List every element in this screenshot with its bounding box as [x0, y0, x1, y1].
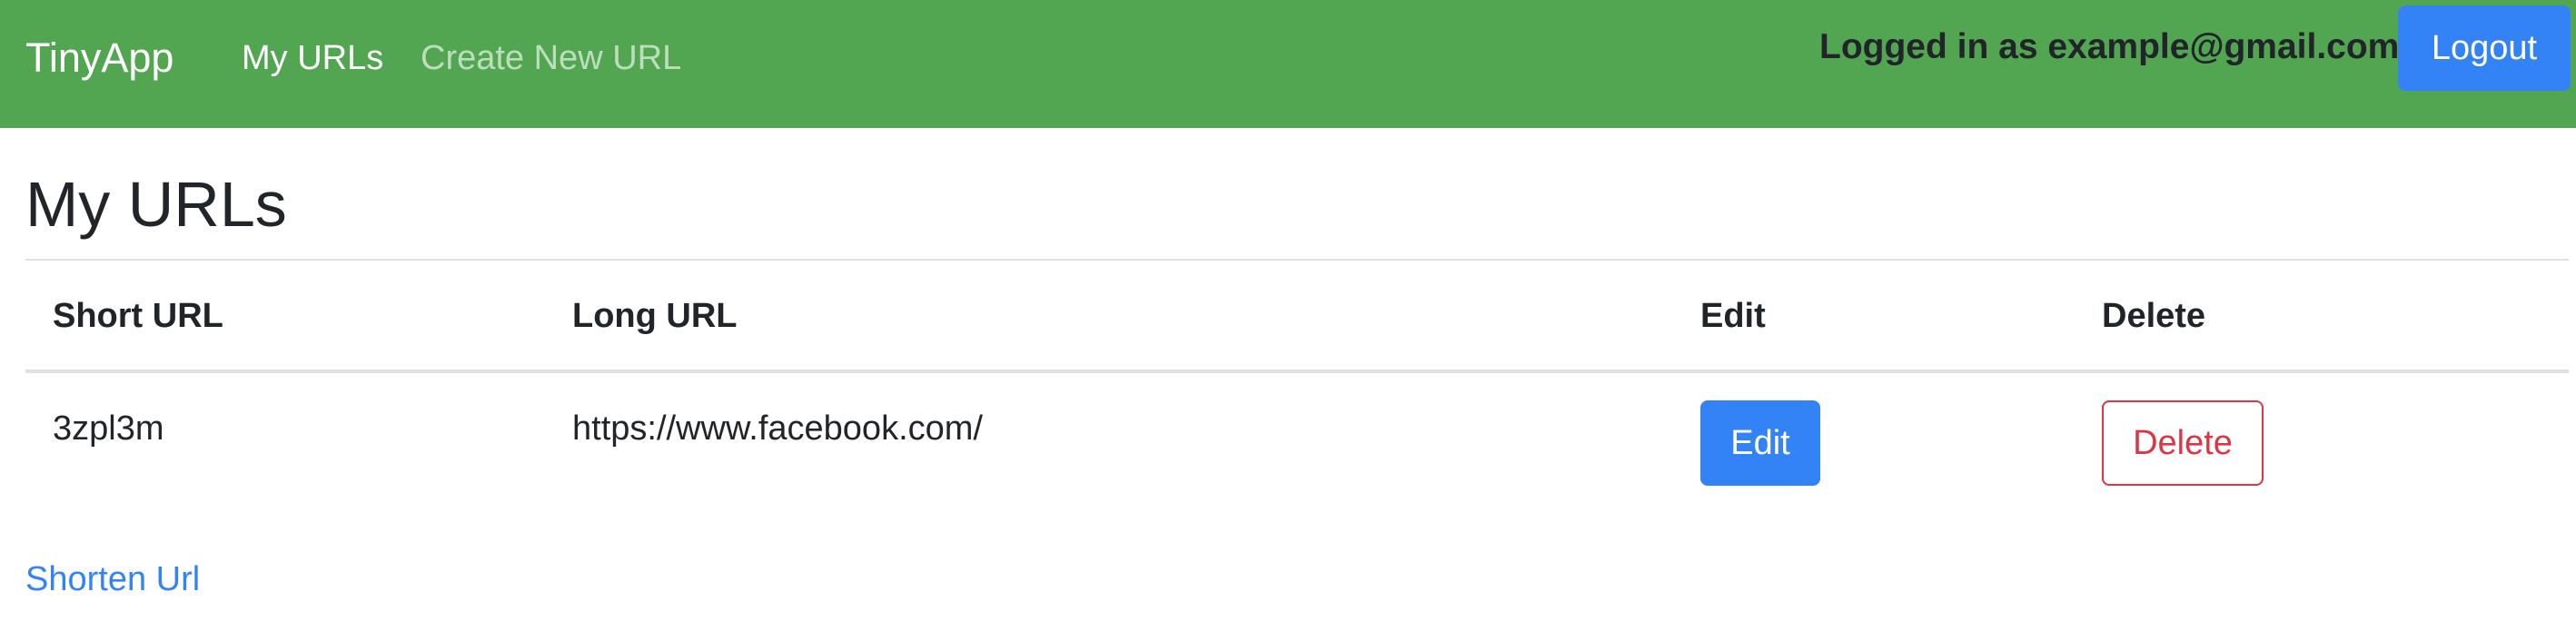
logged-in-status: Logged in as example@gmail.com	[1819, 27, 2400, 66]
short-url-cell: 3zpl3m	[53, 409, 164, 448]
nav-link-my-urls[interactable]: My URLs	[242, 35, 383, 82]
edit-button[interactable]: Edit	[1700, 400, 1820, 486]
logout-button[interactable]: Logout	[2398, 5, 2571, 91]
table-top-divider	[25, 259, 2569, 261]
brand-link[interactable]: TinyApp	[25, 33, 173, 84]
delete-button[interactable]: Delete	[2102, 400, 2264, 486]
column-header-short-url: Short URL	[53, 297, 223, 335]
table-header-divider	[25, 370, 2569, 373]
column-header-delete: Delete	[2102, 297, 2206, 335]
shorten-url-link[interactable]: Shorten Url	[25, 556, 200, 603]
page-title: My URLs	[25, 169, 287, 240]
column-header-long-url: Long URL	[572, 297, 738, 335]
column-header-edit: Edit	[1700, 297, 1766, 335]
navbar: TinyApp My URLs Create New URL Logged in…	[0, 0, 2576, 128]
long-url-cell: https://www.facebook.com/	[572, 409, 983, 448]
nav-link-create-new-url[interactable]: Create New URL	[421, 35, 681, 82]
